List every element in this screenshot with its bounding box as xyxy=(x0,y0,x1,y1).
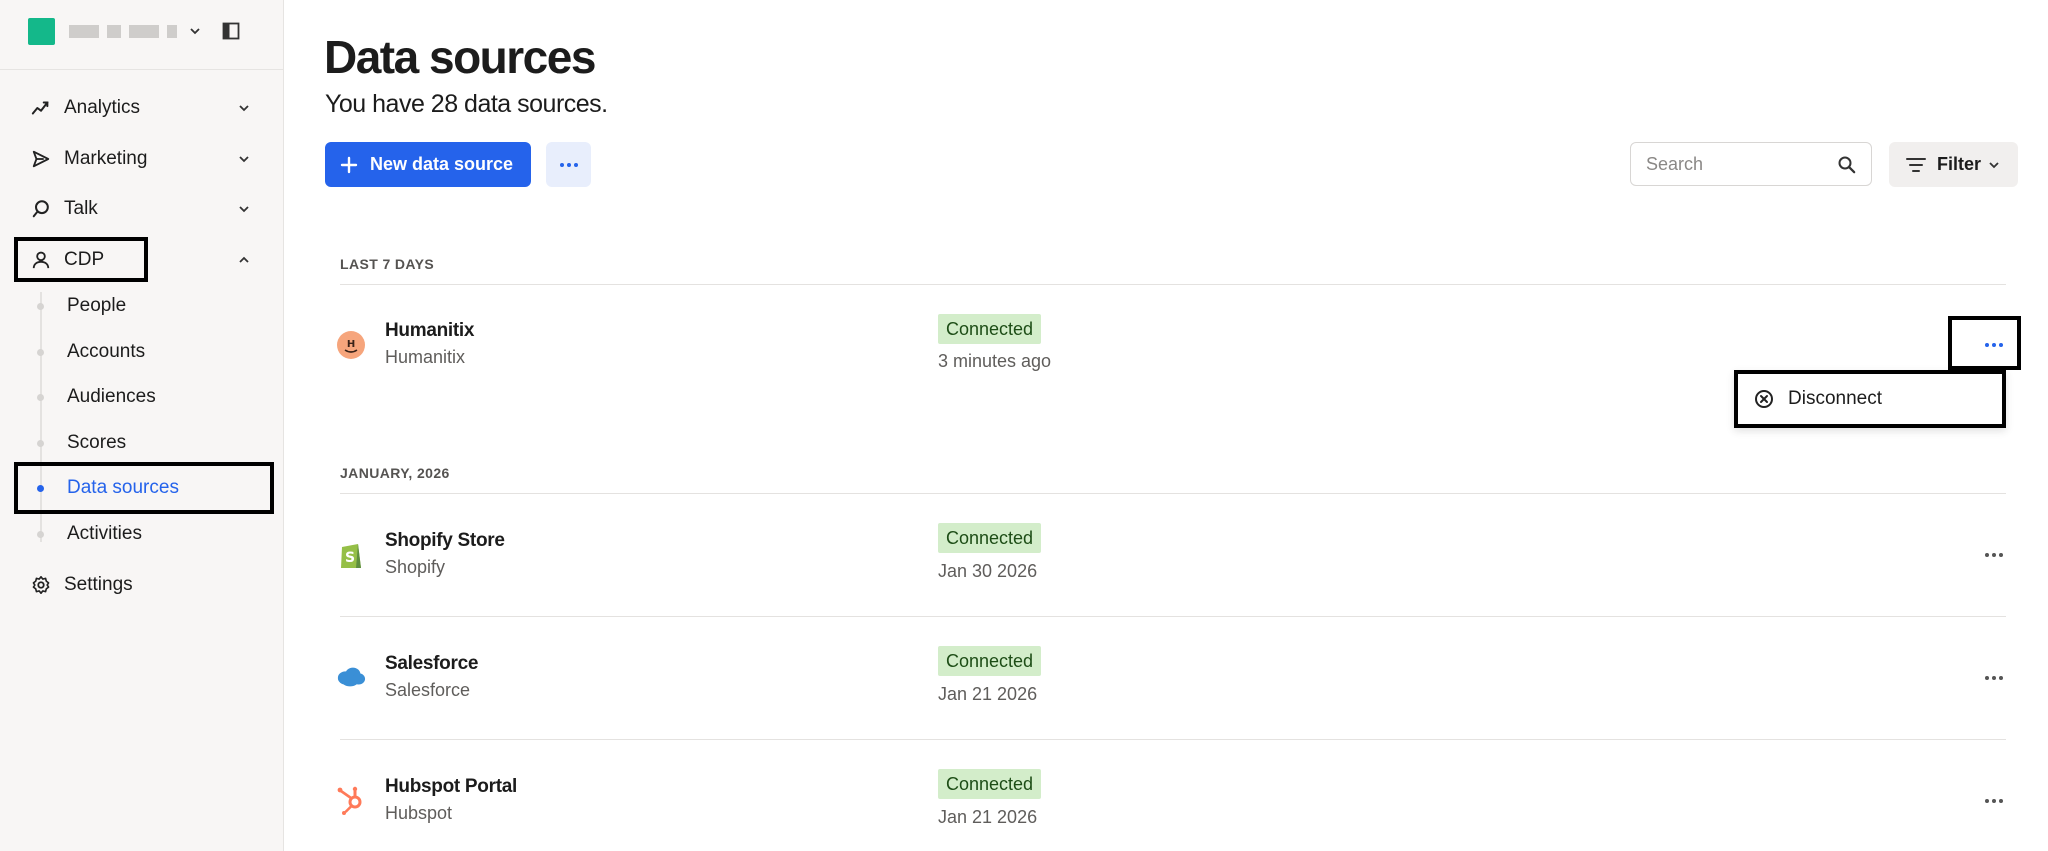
row-menu-button[interactable] xyxy=(1974,789,2014,813)
nav-label: Analytics xyxy=(64,97,141,118)
hubspot-logo-icon xyxy=(336,785,366,815)
status-badge: Connected xyxy=(938,769,1042,799)
last-synced-time: 3 minutes ago xyxy=(938,351,1052,371)
salesforce-logo-icon xyxy=(336,662,366,692)
nav-label: Settings xyxy=(64,574,133,595)
send-icon xyxy=(30,148,52,170)
disconnect-menu-item[interactable]: Disconnect xyxy=(1734,370,2006,428)
row-menu-button[interactable] xyxy=(1974,666,2014,690)
chevron-down-icon[interactable] xyxy=(236,201,252,217)
bullet-dot xyxy=(37,439,44,447)
nav-label: Talk xyxy=(64,198,98,219)
group-label: LAST 7 DAYS xyxy=(340,256,435,272)
shopify-logo-icon: S xyxy=(336,540,366,570)
status-badge: Connected xyxy=(938,314,1042,344)
gear-icon xyxy=(30,574,52,596)
more-horizontal-icon xyxy=(1985,799,2003,803)
chevron-down-icon xyxy=(190,28,200,35)
chat-icon xyxy=(30,198,52,220)
filter-button[interactable]: Filter xyxy=(1889,142,2018,187)
sidebar-item-label: Activities xyxy=(67,523,142,544)
sidebar-item-people[interactable]: People xyxy=(34,284,274,328)
bullet-dot xyxy=(37,302,44,310)
divider xyxy=(340,493,2006,494)
nav-item-analytics[interactable]: Analytics xyxy=(14,86,270,130)
source-name: Hubspot Portal xyxy=(385,776,517,797)
humanitix-logo-icon: H xyxy=(336,330,366,360)
data-sources-highlight-box xyxy=(14,462,274,514)
close-circle-icon xyxy=(1755,390,1773,408)
source-type: Salesforce xyxy=(385,680,471,700)
nav-item-settings[interactable]: Settings xyxy=(14,563,270,607)
more-horizontal-icon xyxy=(1985,553,2003,557)
source-name: Salesforce xyxy=(385,653,479,674)
nav-label: Marketing xyxy=(64,148,148,169)
analytics-icon xyxy=(30,97,52,119)
sidebar-divider xyxy=(0,69,283,70)
source-type: Hubspot xyxy=(385,803,453,823)
nav-item-talk[interactable]: Talk xyxy=(14,187,270,231)
source-type: Shopify xyxy=(385,557,446,577)
sidebar-item-activities[interactable]: Activities xyxy=(34,512,274,556)
search-box[interactable] xyxy=(1630,142,1872,186)
svg-text:H: H xyxy=(347,339,355,350)
svg-text:S: S xyxy=(345,550,355,566)
more-horizontal-icon xyxy=(1985,676,2003,680)
sidebar-item-label: Audiences xyxy=(67,386,156,407)
search-input[interactable] xyxy=(1646,153,1826,175)
page-subtitle: You have 28 data sources. xyxy=(325,90,608,118)
page-title: Data sources xyxy=(324,31,596,83)
main-content: Data sources You have 28 data sources. N… xyxy=(284,0,2048,851)
sidebar-item-label: Accounts xyxy=(67,341,146,362)
workspace-name-redacted xyxy=(69,24,177,38)
bullet-dot xyxy=(37,348,44,356)
more-horizontal-icon xyxy=(559,162,578,167)
status-badge: Connected xyxy=(938,646,1042,676)
source-name: Shopify Store xyxy=(385,530,505,551)
bullet-dot xyxy=(37,530,44,538)
menu-item-label: Disconnect xyxy=(1788,388,1882,409)
row-menu-button[interactable] xyxy=(1974,543,2014,567)
bullet-dot xyxy=(37,393,44,401)
nav-item-marketing[interactable]: Marketing xyxy=(14,137,270,181)
workspace-logo xyxy=(28,17,55,45)
sidebar-toggle-icon[interactable] xyxy=(222,22,240,40)
divider xyxy=(340,284,2006,285)
more-actions-button[interactable] xyxy=(546,142,591,187)
filter-label: Filter xyxy=(1937,154,1982,174)
last-synced-time: Jan 30 2026 xyxy=(938,561,1038,581)
sidebar-item-label: Scores xyxy=(67,432,127,453)
sidebar: Analytics Marketing Talk CDP People Acco… xyxy=(0,0,284,851)
chevron-up-icon[interactable] xyxy=(236,252,252,268)
search-icon[interactable] xyxy=(1837,155,1857,175)
last-synced-time: Jan 21 2026 xyxy=(938,684,1038,704)
source-name: Humanitix xyxy=(385,320,475,341)
sidebar-item-audiences[interactable]: Audiences xyxy=(34,375,274,419)
sidebar-item-label: People xyxy=(67,295,127,316)
row-menu-highlight-box xyxy=(1948,316,2021,370)
filter-lines-icon xyxy=(1906,157,1926,172)
button-label: New data source xyxy=(370,154,514,174)
workspace-switcher[interactable] xyxy=(28,16,264,46)
plus-icon xyxy=(340,156,358,173)
status-badge: Connected xyxy=(938,523,1042,553)
new-data-source-button[interactable]: New data source xyxy=(325,142,531,187)
sidebar-item-scores[interactable]: Scores xyxy=(34,421,274,465)
last-synced-time: Jan 21 2026 xyxy=(938,807,1038,827)
sidebar-item-accounts[interactable]: Accounts xyxy=(34,330,274,374)
divider xyxy=(340,739,2006,740)
cdp-highlight-box xyxy=(14,237,148,282)
chevron-down-icon xyxy=(1989,161,1999,168)
chevron-down-icon[interactable] xyxy=(236,151,252,167)
group-label: JANUARY, 2026 xyxy=(340,465,450,481)
app-root: Analytics Marketing Talk CDP People Acco… xyxy=(0,0,2048,851)
divider xyxy=(340,616,2006,617)
source-type: Humanitix xyxy=(385,347,466,367)
chevron-down-icon[interactable] xyxy=(236,100,252,116)
